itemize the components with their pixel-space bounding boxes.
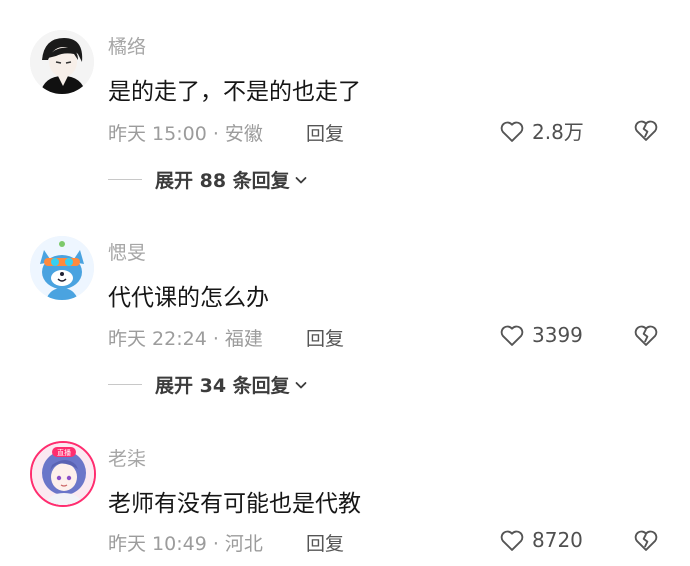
dislike-button[interactable]	[632, 321, 660, 349]
dislike-button[interactable]	[632, 526, 660, 554]
like-button[interactable]: 8720	[498, 526, 583, 554]
like-count: 2.8万	[532, 120, 584, 144]
like-count: 3399	[532, 323, 583, 347]
comment-username[interactable]: 愢旻	[108, 238, 146, 265]
broken-heart-icon	[634, 325, 658, 346]
chevron-down-icon	[290, 377, 309, 393]
expand-replies-label: 展开 34 条回复	[155, 375, 290, 397]
comment-username[interactable]: 老柒	[108, 444, 146, 471]
comment-meta: 昨天 22:24 · 福建	[108, 328, 263, 350]
like-count: 8720	[532, 528, 583, 552]
expand-replies-label: 展开 88 条回复	[155, 170, 290, 192]
expand-replies-button[interactable]: 展开 88 条回复	[108, 166, 309, 193]
heart-outline-icon	[500, 325, 524, 346]
avatar[interactable]: 直播	[30, 441, 96, 507]
like-button[interactable]: 3399	[498, 321, 583, 349]
comment-meta: 昨天 10:49 · 河北	[108, 533, 263, 555]
reply-button[interactable]: 回复	[306, 119, 344, 146]
heart-outline-icon	[500, 530, 524, 551]
chevron-down-icon	[290, 172, 309, 188]
comment-meta: 昨天 15:00 · 安徽	[108, 123, 263, 145]
reply-button[interactable]: 回复	[306, 324, 344, 351]
avatar[interactable]	[30, 30, 94, 94]
avatar[interactable]	[30, 236, 94, 300]
like-button[interactable]: 2.8万	[498, 116, 584, 145]
live-badge: 直播	[57, 448, 71, 457]
expand-replies-button[interactable]: 展开 34 条回复	[108, 371, 309, 398]
comment-text: 代代课的怎么办	[108, 285, 269, 311]
broken-heart-icon	[634, 120, 658, 141]
broken-heart-icon	[634, 530, 658, 551]
heart-outline-icon	[500, 121, 524, 142]
reply-button[interactable]: 回复	[306, 529, 344, 556]
divider-line	[108, 384, 142, 385]
comment-text: 是的走了，不是的也走了	[108, 79, 361, 105]
anime-boy-avatar-icon	[30, 30, 94, 94]
comment-text: 老师有没有可能也是代教	[108, 491, 361, 517]
dislike-button[interactable]	[632, 116, 660, 144]
anime-girl-avatar-icon: 直播	[32, 443, 94, 505]
blue-fox-avatar-icon	[30, 236, 94, 300]
comment-username[interactable]: 橘络	[108, 32, 146, 59]
divider-line	[108, 179, 142, 180]
